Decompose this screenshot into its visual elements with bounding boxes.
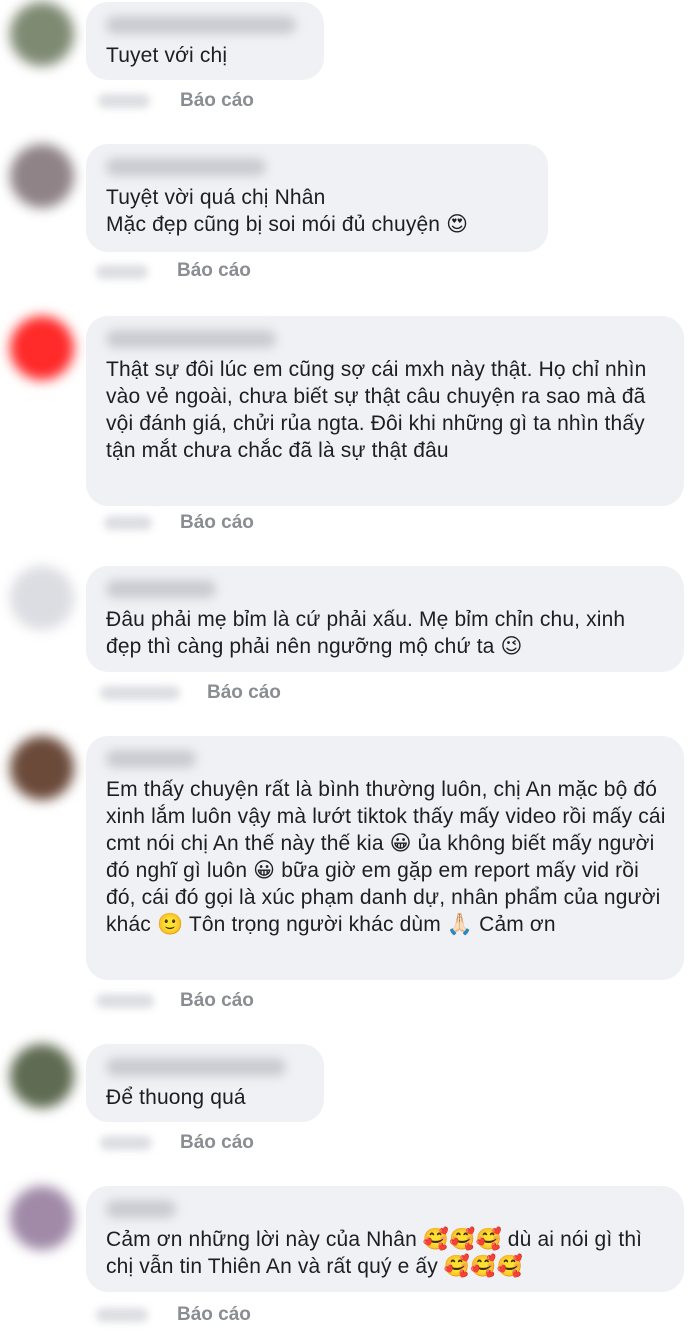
comment-text: Để thuong quá (106, 1086, 246, 1109)
avatar[interactable] (10, 316, 74, 380)
comment-item: Để thuong quá Báo cáo (0, 1040, 700, 1160)
avatar[interactable] (10, 1044, 74, 1108)
comment-timestamp[interactable] (104, 516, 152, 530)
avatar[interactable] (10, 736, 74, 800)
comment-text: Tuyet với chị (106, 44, 228, 67)
comment-item: Thật sự đôi lúc em cũng sợ cái mxh này t… (0, 310, 700, 542)
report-link[interactable]: Báo cáo (180, 90, 254, 112)
comment-bubble: Đâu phải mẹ bỉm là cứ phải xấu. Mẹ bỉm c… (86, 566, 684, 672)
comment-bubble: Để thuong quá (86, 1044, 324, 1122)
comment-timestamp[interactable] (100, 1136, 152, 1150)
comment-timestamp[interactable] (100, 686, 180, 700)
comment-bubble: Tuyệt vời quá chị Nhân Mặc đẹp cũng bị s… (86, 144, 548, 252)
avatar[interactable] (10, 2, 74, 66)
comment-text: Tuyệt vời quá chị Nhân Mặc đẹp cũng bị s… (106, 186, 469, 236)
comment-item: Em thấy chuyện rất là bình thường luôn, … (0, 732, 700, 1020)
comment-timestamp[interactable] (96, 994, 154, 1008)
commenter-name[interactable] (106, 1200, 176, 1218)
commenter-name[interactable] (106, 330, 276, 348)
comment-bubble: Em thấy chuyện rất là bình thường luôn, … (86, 736, 684, 980)
avatar[interactable] (10, 1186, 74, 1250)
report-link[interactable]: Báo cáo (177, 260, 251, 282)
comment-item: Đâu phải mẹ bỉm là cứ phải xấu. Mẹ bỉm c… (0, 562, 700, 710)
avatar[interactable] (10, 144, 74, 208)
commenter-name[interactable] (106, 1058, 286, 1076)
report-link[interactable]: Báo cáo (180, 990, 254, 1012)
comment-timestamp[interactable] (96, 265, 148, 279)
comment-timestamp[interactable] (96, 1308, 148, 1322)
comment-text: Đâu phải mẹ bỉm là cứ phải xấu. Mẹ bỉm c… (106, 608, 626, 658)
comment-bubble: Thật sự đôi lúc em cũng sợ cái mxh này t… (86, 316, 684, 506)
comment-item: Tuyệt vời quá chị Nhân Mặc đẹp cũng bị s… (0, 140, 700, 290)
comment-text: Em thấy chuyện rất là bình thường luôn, … (106, 778, 666, 936)
comment-item: Cảm ơn những lời này của Nhân 🥰🥰🥰 dù ai … (0, 1182, 700, 1332)
report-link[interactable]: Báo cáo (180, 512, 254, 534)
commenter-name[interactable] (106, 16, 296, 34)
comment-text: Thật sự đôi lúc em cũng sợ cái mxh này t… (106, 358, 647, 462)
comment-timestamp[interactable] (98, 94, 150, 108)
comment-text: Cảm ơn những lời này của Nhân 🥰🥰🥰 dù ai … (106, 1228, 643, 1278)
avatar[interactable] (10, 566, 74, 630)
commenter-name[interactable] (106, 158, 266, 176)
commenter-name[interactable] (106, 750, 196, 768)
report-link[interactable]: Báo cáo (177, 1304, 251, 1326)
comment-bubble: Tuyet với chị (86, 2, 324, 80)
report-link[interactable]: Báo cáo (207, 682, 281, 704)
report-link[interactable]: Báo cáo (180, 1132, 254, 1154)
commenter-name[interactable] (106, 580, 216, 598)
comment-bubble: Cảm ơn những lời này của Nhân 🥰🥰🥰 dù ai … (86, 1186, 684, 1292)
comment-item: Tuyet với chị Báo cáo (0, 0, 700, 118)
